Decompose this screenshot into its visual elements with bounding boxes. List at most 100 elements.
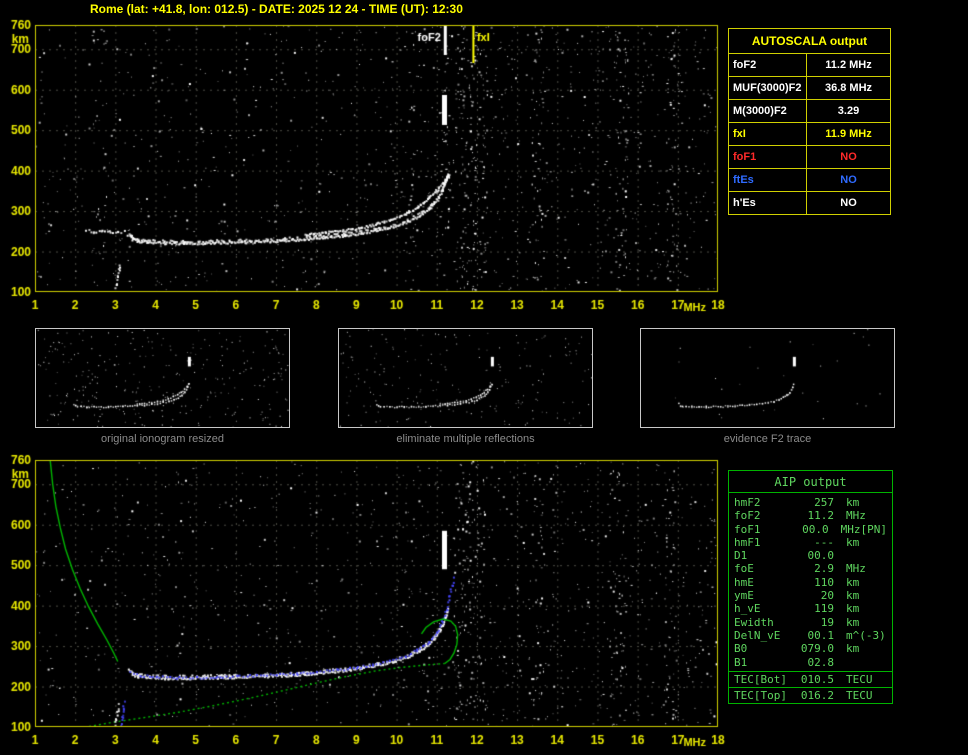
aip-param-value: 11.2 <box>807 509 835 523</box>
autoscala-param-value: NO <box>840 197 857 209</box>
aip-param-label: Ewidth <box>734 615 774 629</box>
aip-row-5: foE 2.9 MHz <box>729 562 892 575</box>
aip-param-label: hmF1 <box>734 535 761 549</box>
aip-param-value: --- <box>814 535 834 549</box>
aip-row-9: Ewidth 19 km <box>729 616 892 629</box>
aip-param-label: ymE <box>734 589 754 603</box>
aip-param-label: foF1 <box>734 522 761 536</box>
autoscala-output-panel: AUTOSCALA output foF2 11.2 MHz MUF(3000)F2… <box>728 28 891 215</box>
aip-param-value: 257 <box>814 496 834 509</box>
thumbnail-original-caption: original ionogram resized <box>101 433 224 445</box>
aip-row-3: hmF1 --- km <box>729 536 892 549</box>
aip-row-7: ymE 20 km <box>729 589 892 602</box>
aip-row-0: hmF2 257 km <box>729 496 892 509</box>
autoscala-param-label: foF2 <box>729 54 807 76</box>
aip-panel-title: AIP output <box>729 471 892 493</box>
thumbnail-cleaned-canvas <box>338 328 593 428</box>
autoscala-param-label: foF1 <box>729 146 807 168</box>
thumbnail-cleaned-caption: eliminate multiple reflections <box>396 433 535 445</box>
aip-param-value: 119 <box>814 602 834 616</box>
aip-tec-unit: TECU <box>846 672 873 686</box>
autoscala-param-value: 36.8 MHz <box>824 82 873 94</box>
autoscala-row-5: ftEs NO <box>729 168 890 191</box>
aip-param-unit: MHz <box>846 562 866 576</box>
aip-tec-value: 010.5 <box>800 672 834 686</box>
aip-param-unit: km <box>846 602 860 616</box>
autoscala-param-label: MUF(3000)F2 <box>729 77 807 99</box>
autoscala-param-value: 11.2 MHz <box>825 59 872 71</box>
autoscala-param-label: h'Es <box>729 192 807 214</box>
ionogram-autoscaled-plot <box>0 19 727 319</box>
aip-row-1: foF2 11.2 MHz <box>729 509 892 522</box>
autoscala-screen: Rome (lat: +41.8, lon: 012.5) - DATE: 20… <box>0 0 968 755</box>
aip-param-unit: km <box>846 496 860 509</box>
aip-row-4: D1 00.0 <box>729 549 892 562</box>
aip-param-extra: [PN] <box>860 522 888 536</box>
aip-param-label: hmF2 <box>734 496 761 509</box>
autoscala-param-label: ftEs <box>729 169 807 191</box>
aip-param-unit: km <box>846 535 860 549</box>
aip-output-panel: AIP output hmF2 257 km foF2 11.2 MHz foF1 00.0 M… <box>728 470 893 704</box>
aip-param-label: hmE <box>734 575 754 589</box>
aip-param-value: 00.0 <box>802 522 829 536</box>
aip-param-unit: km <box>846 642 860 656</box>
autoscala-param-label: fxI <box>729 123 807 145</box>
autoscala-rows: foF2 11.2 MHz MUF(3000)F2 36.8 MHz M(3000)F2… <box>729 53 890 214</box>
autoscala-row-2: M(3000)F2 3.29 <box>729 99 890 122</box>
aip-param-value: 079.0 <box>800 642 834 656</box>
thumbnail-original: original ionogram resized <box>35 328 290 445</box>
aip-tec-label: TEC[Bot] <box>734 672 787 686</box>
aip-row-11: B0 079.0 km <box>729 642 892 655</box>
aip-param-label: foF2 <box>734 509 761 523</box>
aip-row-12: B1 02.8 <box>729 656 892 669</box>
ionogram-profile-plot <box>0 454 727 754</box>
autoscala-row-0: foF2 11.2 MHz <box>729 53 890 76</box>
aip-row-2: foF1 00.0 MHz [PN] <box>729 523 892 536</box>
aip-param-label: DelN_vE <box>734 628 781 642</box>
aip-param-label: foE <box>734 562 754 576</box>
aip-param-value: 00.0 <box>807 549 835 563</box>
aip-param-value: 00.1 <box>807 628 835 642</box>
aip-param-value: 19 <box>820 615 834 629</box>
autoscala-param-value: 11.9 MHz <box>825 128 872 140</box>
aip-row-6: hmE 110 km <box>729 576 892 589</box>
aip-param-label: h_vE <box>734 602 761 616</box>
aip-param-unit: km <box>846 589 860 603</box>
aip-param-value: 110 <box>814 575 834 589</box>
aip-param-value: 20 <box>820 589 834 603</box>
aip-tec-value: 016.2 <box>800 688 834 702</box>
autoscala-param-value: NO <box>840 174 857 186</box>
aip-param-unit: MHz <box>840 522 861 536</box>
aip-tec-label: TEC[Top] <box>734 688 787 702</box>
autoscala-row-1: MUF(3000)F2 36.8 MHz <box>729 76 890 99</box>
aip-param-unit: MHz <box>846 509 866 523</box>
aip-param-unit: km <box>846 615 860 629</box>
aip-param-label: B0 <box>734 642 748 656</box>
aip-row-10: DelN_vE 00.1 m^(-3) <box>729 629 892 642</box>
autoscala-row-3: fxI 11.9 MHz <box>729 122 890 145</box>
page-title: Rome (lat: +41.8, lon: 012.5) - DATE: 20… <box>90 2 463 16</box>
aip-tec-row-1: TEC[Top] 016.2 TECU <box>729 686 892 703</box>
autoscala-param-value: NO <box>840 151 857 163</box>
autoscala-row-6: h'Es NO <box>729 191 890 214</box>
thumbnail-f2trace-caption: evidence F2 trace <box>723 433 812 445</box>
aip-param-unit: km <box>846 575 860 589</box>
aip-param-value: 2.9 <box>814 562 834 576</box>
autoscala-row-4: foF1 NO <box>729 145 890 168</box>
autoscala-panel-title: AUTOSCALA output <box>751 34 868 48</box>
aip-param-value: 02.8 <box>807 655 835 669</box>
aip-row-8: h_vE 119 km <box>729 602 892 615</box>
aip-param-label: D1 <box>734 549 748 563</box>
aip-rows: hmF2 257 km foF2 11.2 MHz foF1 00.0 MHz [PN] hmF1-… <box>729 493 892 671</box>
autoscala-param-label: M(3000)F2 <box>729 100 807 122</box>
aip-tec-row-0: TEC[Bot] 010.5 TECU <box>729 670 892 687</box>
autoscala-param-value: 3.29 <box>837 105 860 117</box>
aip-param-label: B1 <box>734 655 748 669</box>
aip-param-unit: m^(-3) <box>846 628 886 642</box>
aip-tec-rows: TEC[Bot] 010.5 TECU TEC[Top] 016.2 TECU <box>729 670 892 703</box>
aip-tec-unit: TECU <box>846 688 873 702</box>
thumbnail-f2trace: evidence F2 trace <box>640 328 895 445</box>
thumbnail-f2trace-canvas <box>640 328 895 428</box>
thumbnail-original-canvas <box>35 328 290 428</box>
thumbnail-cleaned: eliminate multiple reflections <box>338 328 593 445</box>
